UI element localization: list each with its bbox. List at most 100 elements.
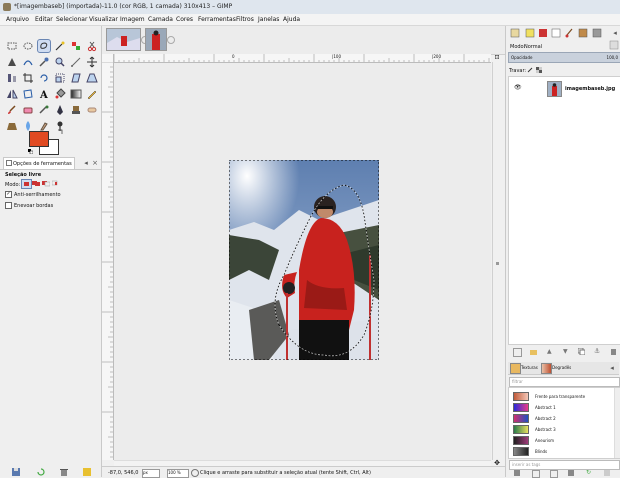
antialias-checkbox[interactable]: ✓ xyxy=(5,191,12,198)
menu-arquivo[interactable]: Arquivo xyxy=(6,16,29,23)
opacity-slider[interactable]: Opacidade 100,0 xyxy=(508,52,620,63)
default-colors-icon[interactable] xyxy=(28,149,34,155)
tab-close-icon[interactable] xyxy=(167,36,175,44)
measure-icon[interactable] xyxy=(70,56,82,68)
eraser-icon[interactable] xyxy=(22,104,34,116)
dock-menu-icon[interactable]: ◂ xyxy=(611,29,619,37)
perspective-clone-icon[interactable] xyxy=(6,120,18,132)
menu-visualizar[interactable]: Visualizar xyxy=(89,16,118,23)
scale-icon[interactable] xyxy=(54,72,66,84)
menu-imagem[interactable]: Imagem xyxy=(120,16,145,23)
shear-icon[interactable] xyxy=(70,72,82,84)
tag-input[interactable]: inserir as tags xyxy=(509,460,620,470)
menu-cores[interactable]: Cores xyxy=(176,16,193,23)
zoom-icon[interactable] xyxy=(54,56,66,68)
feather-checkbox[interactable] xyxy=(5,202,12,209)
textures-tab-icon[interactable] xyxy=(510,363,521,374)
menu-janelas[interactable]: Janelas xyxy=(258,16,279,23)
ink-icon[interactable] xyxy=(54,104,66,116)
align-icon[interactable] xyxy=(6,72,18,84)
menu-editar[interactable]: Editar xyxy=(35,16,53,23)
ellipse-select-icon[interactable] xyxy=(22,40,34,52)
reset-options-icon[interactable] xyxy=(83,468,91,476)
cage-transform-icon[interactable] xyxy=(22,88,34,100)
edit-gradient-icon[interactable] xyxy=(514,470,520,476)
anchor-layer-icon[interactable]: ⚓ xyxy=(594,348,601,355)
mode-intersect-icon[interactable] xyxy=(51,180,60,187)
swap-colors-icon[interactable] xyxy=(58,129,63,134)
mode-subtract-icon[interactable] xyxy=(42,180,51,187)
gradient-list-scrollbar[interactable] xyxy=(614,388,620,458)
tab-menu-icon[interactable]: ◂ xyxy=(608,364,616,372)
menu-ajuda[interactable]: Ajuda xyxy=(283,16,300,23)
crop-icon[interactable] xyxy=(22,72,34,84)
gradients-tab-icon[interactable] xyxy=(592,28,602,38)
photo-image[interactable] xyxy=(229,160,379,360)
text-icon[interactable]: A xyxy=(38,88,50,100)
brushes-tab-icon[interactable] xyxy=(564,28,574,38)
rect-select-icon[interactable] xyxy=(6,40,18,52)
select-by-color-icon[interactable] xyxy=(70,40,82,52)
rotate-icon[interactable] xyxy=(38,72,50,84)
foreground-select-icon[interactable] xyxy=(6,56,18,68)
refresh-gradients-icon[interactable]: ↻ xyxy=(586,470,592,476)
new-layer-icon[interactable] xyxy=(513,348,522,357)
menu-filtros[interactable]: Filtros xyxy=(236,16,254,23)
eye-icon[interactable]: 👁 xyxy=(514,85,522,91)
paths-icon[interactable] xyxy=(22,56,34,68)
bucket-fill-icon[interactable] xyxy=(54,88,66,100)
horizontal-ruler[interactable]: 0 |100 |200 xyxy=(113,54,491,63)
vertical-scrollbar[interactable] xyxy=(492,62,503,460)
foreground-color-swatch[interactable] xyxy=(29,131,49,147)
free-select-icon[interactable] xyxy=(37,39,51,53)
channels-tab-icon[interactable] xyxy=(525,28,535,38)
flip-icon[interactable] xyxy=(6,88,18,100)
tab-textures[interactable]: Texturas xyxy=(521,365,538,370)
tab-menu-icon[interactable]: ◂ xyxy=(82,159,90,167)
lock-pixels-icon[interactable] xyxy=(527,67,533,73)
gradient-filter-input[interactable]: filtrar xyxy=(509,377,620,387)
move-icon[interactable] xyxy=(86,56,98,68)
mode-replace-icon[interactable] xyxy=(21,179,32,189)
delete-options-icon[interactable] xyxy=(60,468,68,476)
patterns-tab-icon[interactable] xyxy=(578,28,588,38)
image-tab-thumbnail-1[interactable] xyxy=(106,28,141,51)
layer-mode-dropdown-icon[interactable] xyxy=(609,40,619,50)
lock-alpha-icon[interactable] xyxy=(536,67,542,73)
heal-icon[interactable] xyxy=(86,104,98,116)
menu-ferramentas[interactable]: Ferramentas xyxy=(198,16,236,23)
menu-camada[interactable]: Camada xyxy=(148,16,173,23)
restore-options-icon[interactable] xyxy=(37,468,45,476)
menu-selecionar[interactable]: Selecionar xyxy=(56,16,87,23)
perspective-icon[interactable] xyxy=(86,72,98,84)
delete-layer-icon[interactable] xyxy=(610,348,617,355)
gradients-tab-icon[interactable] xyxy=(541,363,552,374)
layers-list[interactable]: 👁 imagembaseb.jpg xyxy=(508,76,620,345)
gradient-list[interactable]: Frente para transparente Abstract 1 Abstra… xyxy=(508,387,620,459)
airbrush-icon[interactable] xyxy=(38,104,50,116)
tab-gradients[interactable]: Degradês xyxy=(552,365,571,370)
color-picker-icon[interactable] xyxy=(38,56,50,68)
layer-thumbnail[interactable] xyxy=(547,81,562,97)
undo-history-tab-icon[interactable] xyxy=(551,28,561,38)
gradient-options-icon[interactable] xyxy=(604,470,610,476)
vertical-ruler[interactable] xyxy=(102,61,114,460)
scrollbar-thumb[interactable] xyxy=(496,262,499,265)
tab-close-icon[interactable]: × xyxy=(91,159,99,167)
delete-gradient-icon[interactable] xyxy=(568,470,574,476)
image-tab-thumbnail-2[interactable] xyxy=(145,28,167,51)
pencil-icon[interactable] xyxy=(86,88,98,100)
raise-layer-icon[interactable]: ▲ xyxy=(547,348,554,355)
duplicate-layer-icon[interactable] xyxy=(577,347,586,356)
clone-icon[interactable] xyxy=(70,104,82,116)
new-layer-group-icon[interactable] xyxy=(530,348,537,355)
scissors-icon[interactable] xyxy=(86,40,98,52)
fuzzy-select-icon[interactable] xyxy=(54,40,66,52)
blend-icon[interactable] xyxy=(70,88,82,100)
save-options-icon[interactable] xyxy=(12,468,20,476)
layers-tab-icon[interactable] xyxy=(510,28,520,38)
paintbrush-icon[interactable] xyxy=(6,104,18,116)
mode-add-icon[interactable] xyxy=(32,180,40,187)
paths-tab-icon[interactable] xyxy=(538,28,548,38)
lower-layer-icon[interactable]: ▼ xyxy=(563,348,570,355)
